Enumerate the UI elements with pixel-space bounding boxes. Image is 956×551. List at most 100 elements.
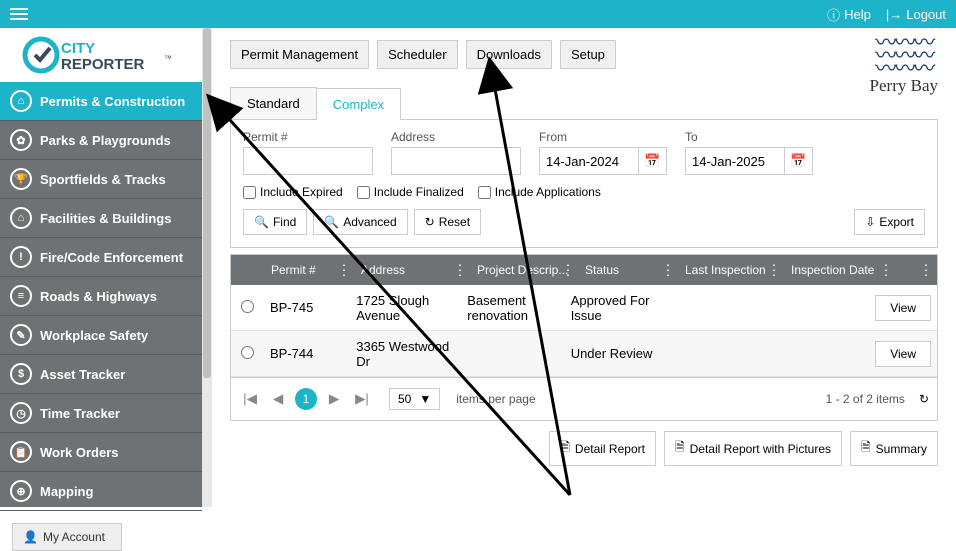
cell-last <box>660 348 762 360</box>
sidebar-item-label: Asset Tracker <box>40 367 125 382</box>
page-first-button[interactable]: |◀ <box>239 388 261 410</box>
my-account-label: My Account <box>43 530 105 544</box>
export-icon: ⇩ <box>865 215 875 229</box>
logout-link[interactable]: |→Logout <box>886 7 946 22</box>
sidebar-item-7[interactable]: $Asset Tracker <box>0 355 202 394</box>
tabstrip: Standard Complex <box>230 87 938 120</box>
sidebar-item-0[interactable]: ⌂ Permits & Construction <box>0 82 202 121</box>
sidebar-item-8[interactable]: ◷ Time Tracker <box>0 394 202 433</box>
col-desc[interactable]: Project Descrip...⋮ <box>471 255 579 285</box>
page-last-button[interactable]: ▶| <box>351 388 373 410</box>
sidebar-item-label: Workplace Safety <box>40 328 148 343</box>
sidebar-icon: 🏆 <box>10 168 32 190</box>
sidebar-item-2[interactable]: 🏆Sportfields & Tracks <box>0 160 202 199</box>
detail-report-pictures-button[interactable]: 🗎Detail Report with Pictures <box>664 431 842 466</box>
sidebar-item-3[interactable]: ⌂Facilities & Buildings <box>0 199 202 238</box>
to-input[interactable] <box>685 147 785 175</box>
summary-button[interactable]: 🗎Summary <box>850 431 938 466</box>
search-icon: 🔍 <box>254 215 269 229</box>
cell-status: Under Review <box>565 340 661 367</box>
downloads-button[interactable]: Downloads <box>466 40 552 69</box>
org-name: Perry Bay <box>870 76 938 96</box>
include-applications-checkbox[interactable]: Include Applications <box>478 185 601 199</box>
reset-icon: ↻ <box>425 215 435 229</box>
reset-button[interactable]: ↻Reset <box>414 209 481 235</box>
svg-text:™: ™ <box>164 54 172 63</box>
row-select-radio[interactable] <box>241 300 254 313</box>
cell-status: Approved For Issue <box>565 287 661 329</box>
col-permit[interactable]: Permit #⋮ <box>265 255 355 285</box>
sidebar-item-5[interactable]: ≡ Roads & Highways <box>0 277 202 316</box>
cell-permit: BP-744 <box>264 340 350 367</box>
help-link[interactable]: ⓘHelp <box>827 5 871 24</box>
sidebar-item-6[interactable]: ✎Workplace Safety <box>0 316 202 355</box>
document-icon: 🗎 <box>560 438 570 459</box>
col-menu-icon[interactable]: ⋮ <box>767 262 781 279</box>
from-calendar-icon[interactable]: 📅 <box>639 147 667 175</box>
to-calendar-icon[interactable]: 📅 <box>785 147 813 175</box>
find-button[interactable]: 🔍Find <box>243 209 307 235</box>
col-menu-icon[interactable]: ⋮ <box>453 262 467 279</box>
sidebar-item-9[interactable]: 📋Work Orders <box>0 433 202 472</box>
include-finalized-checkbox[interactable]: Include Finalized <box>357 185 464 199</box>
detail-report-button[interactable]: 🗎Detail Report <box>549 431 656 466</box>
tab-standard[interactable]: Standard <box>230 87 317 119</box>
permit-input[interactable] <box>243 147 373 175</box>
logout-icon: |→ <box>886 7 902 22</box>
col-menu-icon[interactable]: ⋮ <box>661 262 675 279</box>
page-info: 1 - 2 of 2 items <box>826 392 905 406</box>
sidebar-item-label: Time Tracker <box>40 406 120 421</box>
refresh-icon[interactable]: ↻ <box>919 392 929 406</box>
sidebar-item-label: Roads & Highways <box>40 289 157 304</box>
view-button[interactable]: View <box>875 295 931 321</box>
sidebar-icon: ≡ <box>10 285 32 307</box>
include-expired-checkbox[interactable]: Include Expired <box>243 185 343 199</box>
sidebar-icon: ⌂ <box>10 90 32 112</box>
scrollbar[interactable] <box>202 28 212 507</box>
col-menu-icon[interactable]: ⋮ <box>561 262 575 279</box>
topbar: ⓘHelp |→Logout <box>0 0 956 28</box>
export-button[interactable]: ⇩Export <box>854 209 925 235</box>
col-menu-icon[interactable]: ⋮ <box>919 262 933 279</box>
sidebar-icon: ◷ <box>10 402 32 424</box>
cell-address: 1725 Slough Avenue <box>350 287 461 329</box>
sidebar-item-1[interactable]: ✿Parks & Playgrounds <box>0 121 202 160</box>
page-size-label: items per page <box>456 392 535 406</box>
col-address[interactable]: Address⋮ <box>355 255 471 285</box>
address-label: Address <box>391 130 521 144</box>
col-menu-icon[interactable]: ⋮ <box>337 262 351 279</box>
permit-management-button[interactable]: Permit Management <box>230 40 369 69</box>
advanced-button[interactable]: 🔍Advanced <box>313 209 407 235</box>
sidebar-item-4[interactable]: !Fire/Code Enforcement <box>0 238 202 277</box>
scheduler-button[interactable]: Scheduler <box>377 40 458 69</box>
col-status[interactable]: Status⋮ <box>579 255 679 285</box>
org-logo: 〰〰〰〰〰〰〰〰〰 Perry Bay <box>870 36 938 96</box>
sidebar-icon: 📋 <box>10 441 32 463</box>
page-prev-button[interactable]: ◀ <box>267 388 289 410</box>
page-size-select[interactable]: 50▼ <box>389 388 440 410</box>
sidebar: CITYREPORTER™ ⌂Permits & Construction✿Pa… <box>0 28 202 507</box>
permit-grid: Permit #⋮ Address⋮ Project Descrip...⋮ S… <box>230 254 938 378</box>
col-insp[interactable]: Inspection Date⋮ <box>785 255 897 285</box>
tab-complex[interactable]: Complex <box>316 88 401 120</box>
hamburger-icon[interactable] <box>10 5 28 23</box>
view-button[interactable]: View <box>875 341 931 367</box>
row-select-radio[interactable] <box>241 346 254 359</box>
setup-button[interactable]: Setup <box>560 40 616 69</box>
page-current[interactable]: 1 <box>295 388 317 410</box>
cell-permit: BP-745 <box>264 294 350 321</box>
my-account-button[interactable]: 👤My Account <box>12 523 122 551</box>
from-input[interactable] <box>539 147 639 175</box>
sidebar-item-10[interactable]: ⊕Mapping <box>0 472 202 511</box>
col-last[interactable]: Last Inspection⋮ <box>679 255 785 285</box>
sidebar-icon: ⌂ <box>10 207 32 229</box>
search-icon: 🔍 <box>324 215 339 229</box>
permit-label: Permit # <box>243 130 373 144</box>
address-input[interactable] <box>391 147 521 175</box>
chevron-down-icon: ▼ <box>419 392 431 406</box>
cell-last <box>660 302 762 314</box>
sidebar-item-label: Permits & Construction <box>40 94 185 109</box>
page-next-button[interactable]: ▶ <box>323 388 345 410</box>
document-icon: 🗎 <box>861 438 871 459</box>
col-menu-icon[interactable]: ⋮ <box>879 262 893 279</box>
